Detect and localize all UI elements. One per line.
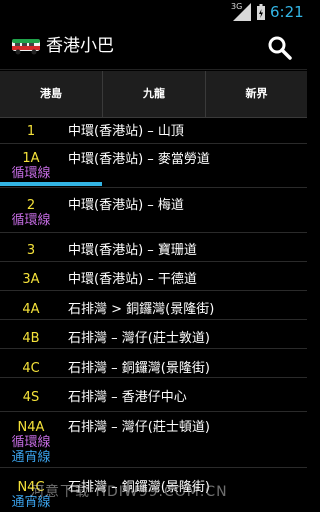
route-number-cell: 2 循環線 xyxy=(0,198,62,228)
watermark: 河意下载·HDIW99.COM.CN xyxy=(30,484,228,500)
tab-label: 港島 xyxy=(40,86,62,100)
route-number: 1A xyxy=(22,151,40,166)
district-tabs: 港島 九龍 新界 xyxy=(0,71,307,186)
status-bar: 3G 6:21 xyxy=(0,0,307,25)
route-row[interactable]: 3 中環(香港站) – 寶珊道 xyxy=(0,233,307,262)
route-description: 中環(香港站) – 山頂 xyxy=(68,124,184,139)
app-title: 香港小巴 xyxy=(46,36,114,56)
route-number-cell: 1 xyxy=(0,124,62,139)
route-number: 4A xyxy=(22,302,40,317)
circular-route-tag: 循環線 xyxy=(11,435,51,450)
route-description: 石排灣 > 銅鑼灣(景隆街) xyxy=(68,302,215,317)
route-number-cell: 4B xyxy=(0,331,62,346)
tab-label: 九龍 xyxy=(143,86,165,100)
route-row[interactable]: 4S 石排灣 – 香港仔中心 xyxy=(0,378,307,412)
route-number: 3 xyxy=(26,243,36,258)
battery-icon xyxy=(257,4,265,20)
route-description: 中環(香港站) – 麥當勞道 xyxy=(68,152,210,167)
tab-label: 新界 xyxy=(245,86,268,100)
route-number: 4S xyxy=(22,390,40,405)
route-row[interactable]: 4C 石排灣 – 銅鑼灣(景隆街) xyxy=(0,349,307,378)
route-description: 石排灣 – 香港仔中心 xyxy=(68,390,187,405)
route-description: 中環(香港站) – 梅道 xyxy=(68,198,184,213)
signal-icon xyxy=(233,3,251,21)
route-description: 石排灣 – 銅鑼灣(景隆街) xyxy=(68,361,210,376)
route-number-cell: 4C xyxy=(0,361,62,376)
minibus-app-icon[interactable] xyxy=(11,37,41,55)
route-number: N4A xyxy=(17,420,45,435)
tab-new-territories[interactable]: 新界 xyxy=(205,71,307,118)
route-description: 石排灣 – 灣仔(莊士頓道) xyxy=(68,420,210,435)
route-number-cell: N4A 循環線 通宵線 xyxy=(0,420,62,465)
route-row[interactable]: 3A 中環(香港站) – 干德道 xyxy=(0,262,307,291)
tab-kowloon[interactable]: 九龍 xyxy=(102,71,205,118)
route-row[interactable]: 4B 石排灣 – 灣仔(莊士敦道) xyxy=(0,320,307,349)
route-row[interactable]: 2 循環線 中環(香港站) – 梅道 xyxy=(0,188,307,233)
route-description: 石排灣 – 灣仔(莊士敦道) xyxy=(68,331,210,346)
route-number-cell: 1A 循環線 xyxy=(0,151,62,181)
circular-route-tag: 循環線 xyxy=(11,166,51,181)
route-number: 4C xyxy=(22,361,40,376)
route-number-cell: 3 xyxy=(0,243,62,258)
route-number-cell: 4S xyxy=(0,390,62,405)
route-number: 2 xyxy=(26,198,36,213)
route-number-cell: 3A xyxy=(0,272,62,287)
route-number-cell: 4A xyxy=(0,302,62,317)
route-description: 中環(香港站) – 干德道 xyxy=(68,272,197,287)
search-icon[interactable] xyxy=(266,34,294,62)
route-number: 1 xyxy=(26,124,36,139)
action-bar: 香港小巴 xyxy=(0,25,307,70)
route-number: 3A xyxy=(22,272,40,287)
route-row[interactable]: 1A 循環線 中環(香港站) – 麥當勞道 xyxy=(0,144,307,188)
status-clock: 6:21 xyxy=(270,3,304,21)
route-row[interactable]: 4A 石排灣 > 銅鑼灣(景隆街) xyxy=(0,291,307,320)
route-number: 4B xyxy=(22,331,40,346)
route-row[interactable]: N4A 循環線 通宵線 石排灣 – 灣仔(莊士頓道) xyxy=(0,412,307,468)
route-description: 中環(香港站) – 寶珊道 xyxy=(68,243,197,258)
circular-route-tag: 循環線 xyxy=(11,213,51,228)
overnight-route-tag: 通宵線 xyxy=(11,450,51,465)
tab-hong-kong-island[interactable]: 港島 xyxy=(0,71,102,118)
route-row[interactable]: 1 中環(香港站) – 山頂 xyxy=(0,118,307,144)
